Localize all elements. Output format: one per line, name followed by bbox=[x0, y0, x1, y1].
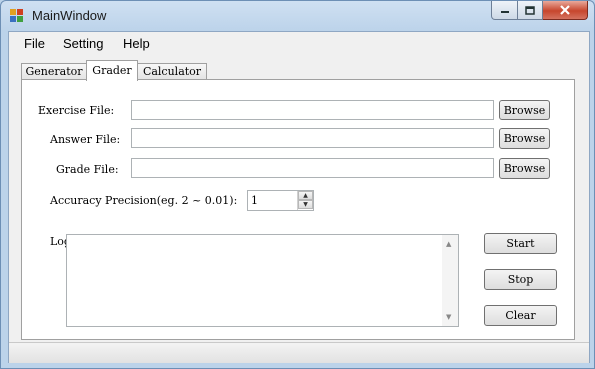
close-button[interactable] bbox=[543, 1, 588, 20]
title-bar[interactable]: MainWindow bbox=[1, 1, 594, 31]
app-icon[interactable] bbox=[10, 9, 24, 23]
answer-file-label: Answer File: bbox=[50, 133, 121, 146]
scroll-up-icon[interactable]: ▲ bbox=[446, 240, 451, 248]
close-icon bbox=[560, 5, 570, 15]
menu-setting[interactable]: Setting bbox=[63, 36, 103, 51]
main-window: MainWindow File Setting Help Generator G… bbox=[0, 0, 595, 369]
clear-button[interactable]: Clear bbox=[484, 305, 557, 326]
accuracy-precision-value: 1 bbox=[251, 194, 258, 207]
tab-calculator[interactable]: Calculator bbox=[137, 63, 207, 80]
accuracy-precision-stepper[interactable]: 1 ▲ ▼ bbox=[247, 190, 314, 211]
client-area: File Setting Help Generator Grader Calcu… bbox=[8, 31, 590, 363]
log-textarea[interactable]: ▲ ▼ bbox=[66, 234, 459, 327]
browse-grade-button[interactable]: Browse bbox=[499, 158, 550, 179]
exercise-file-label: Exercise File: bbox=[38, 104, 115, 117]
maximize-icon bbox=[525, 5, 535, 15]
tab-generator[interactable]: Generator bbox=[21, 63, 87, 80]
menu-help[interactable]: Help bbox=[123, 36, 150, 51]
minimize-icon bbox=[500, 11, 509, 13]
log-scrollbar[interactable]: ▲ ▼ bbox=[442, 235, 458, 326]
tab-grader[interactable]: Grader bbox=[86, 60, 138, 81]
maximize-button[interactable] bbox=[518, 1, 543, 20]
answer-file-field[interactable] bbox=[131, 128, 494, 148]
stepper-up-icon[interactable]: ▲ bbox=[298, 191, 313, 200]
scroll-down-icon[interactable]: ▼ bbox=[446, 313, 451, 321]
browse-answer-button[interactable]: Browse bbox=[499, 128, 550, 149]
browse-exercise-button[interactable]: Browse bbox=[499, 100, 550, 120]
grade-file-field[interactable] bbox=[131, 158, 494, 178]
stepper-arrows: ▲ ▼ bbox=[297, 191, 313, 210]
stepper-down-icon[interactable]: ▼ bbox=[298, 200, 313, 209]
exercise-file-field[interactable] bbox=[131, 100, 494, 120]
accuracy-precision-label: Accuracy Precision(eg. 2 ~ 0.01): bbox=[50, 194, 238, 207]
stop-button[interactable]: Stop bbox=[484, 269, 557, 290]
grade-file-label: Grade File: bbox=[56, 163, 119, 176]
menu-bar: File Setting Help bbox=[9, 32, 589, 56]
start-button[interactable]: Start bbox=[484, 233, 557, 254]
window-title: MainWindow bbox=[32, 8, 107, 23]
caption-buttons bbox=[491, 1, 588, 20]
minimize-button[interactable] bbox=[491, 1, 518, 20]
menu-file[interactable]: File bbox=[24, 36, 45, 51]
grader-tab-page: Exercise File: Browse Answer File: Brows… bbox=[21, 79, 575, 340]
status-bar bbox=[9, 342, 589, 363]
